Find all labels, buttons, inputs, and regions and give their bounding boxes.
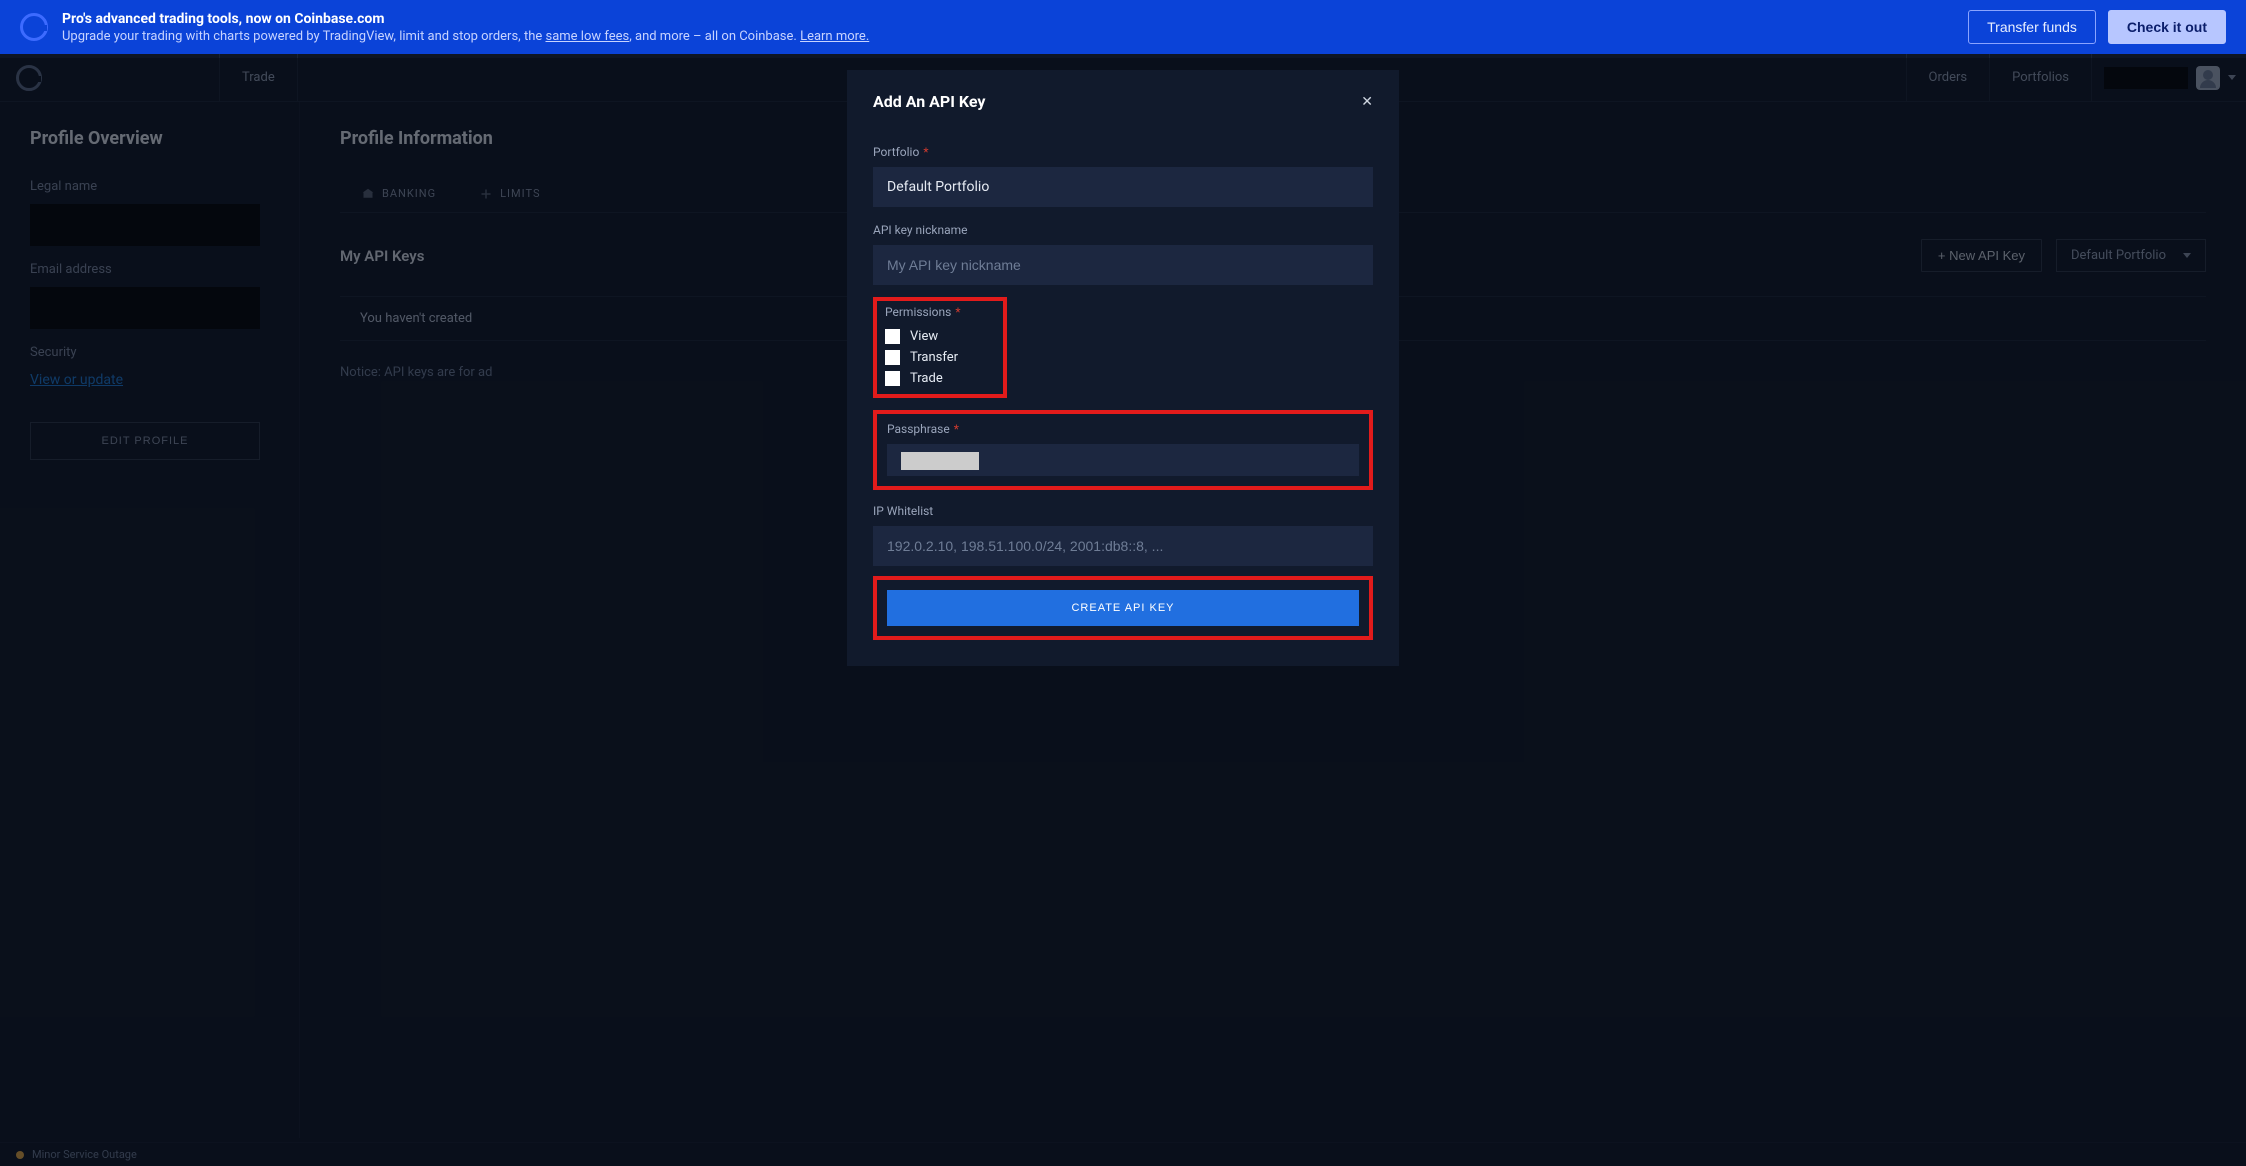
- nickname-label: API key nickname: [873, 223, 1373, 237]
- portfolio-label: Portfolio*: [873, 145, 1373, 159]
- promo-text: Pro's advanced trading tools, now on Coi…: [62, 11, 1954, 44]
- passphrase-redacted: [901, 452, 979, 470]
- transfer-funds-button[interactable]: Transfer funds: [1968, 10, 2096, 44]
- promo-subtitle: Upgrade your trading with charts powered…: [62, 29, 1954, 44]
- promo-title: Pro's advanced trading tools, now on Coi…: [62, 11, 1954, 27]
- permission-view-checkbox[interactable]: View: [885, 329, 995, 344]
- create-api-key-button[interactable]: CREATE API KEY: [887, 590, 1359, 626]
- nickname-input[interactable]: [873, 245, 1373, 285]
- permissions-label: Permissions*: [885, 305, 995, 319]
- permissions-highlight: Permissions* View Transfer Trade: [873, 297, 1007, 398]
- same-fees-link[interactable]: same low fees: [545, 29, 629, 44]
- permission-trade-checkbox[interactable]: Trade: [885, 371, 995, 386]
- ip-whitelist-label: IP Whitelist: [873, 504, 1373, 518]
- learn-more-link[interactable]: Learn more.: [800, 29, 869, 44]
- ip-whitelist-input[interactable]: [873, 526, 1373, 566]
- passphrase-input[interactable]: [887, 444, 1359, 476]
- modal-title: Add An API Key: [873, 92, 985, 111]
- portfolio-select[interactable]: Default Portfolio: [873, 167, 1373, 207]
- check-it-out-button[interactable]: Check it out: [2108, 10, 2226, 44]
- checkbox-icon: [885, 371, 900, 386]
- coinbase-logo-icon: [20, 13, 48, 41]
- checkbox-icon: [885, 329, 900, 344]
- add-api-key-modal: Add An API Key ✕ Portfolio* Default Port…: [847, 70, 1399, 666]
- promo-banner: Pro's advanced trading tools, now on Coi…: [0, 0, 2246, 54]
- create-button-highlight: CREATE API KEY: [873, 576, 1373, 640]
- passphrase-highlight: Passphrase*: [873, 410, 1373, 490]
- permission-transfer-checkbox[interactable]: Transfer: [885, 350, 995, 365]
- checkbox-icon: [885, 350, 900, 365]
- passphrase-label: Passphrase*: [887, 422, 1359, 436]
- close-icon[interactable]: ✕: [1361, 94, 1373, 110]
